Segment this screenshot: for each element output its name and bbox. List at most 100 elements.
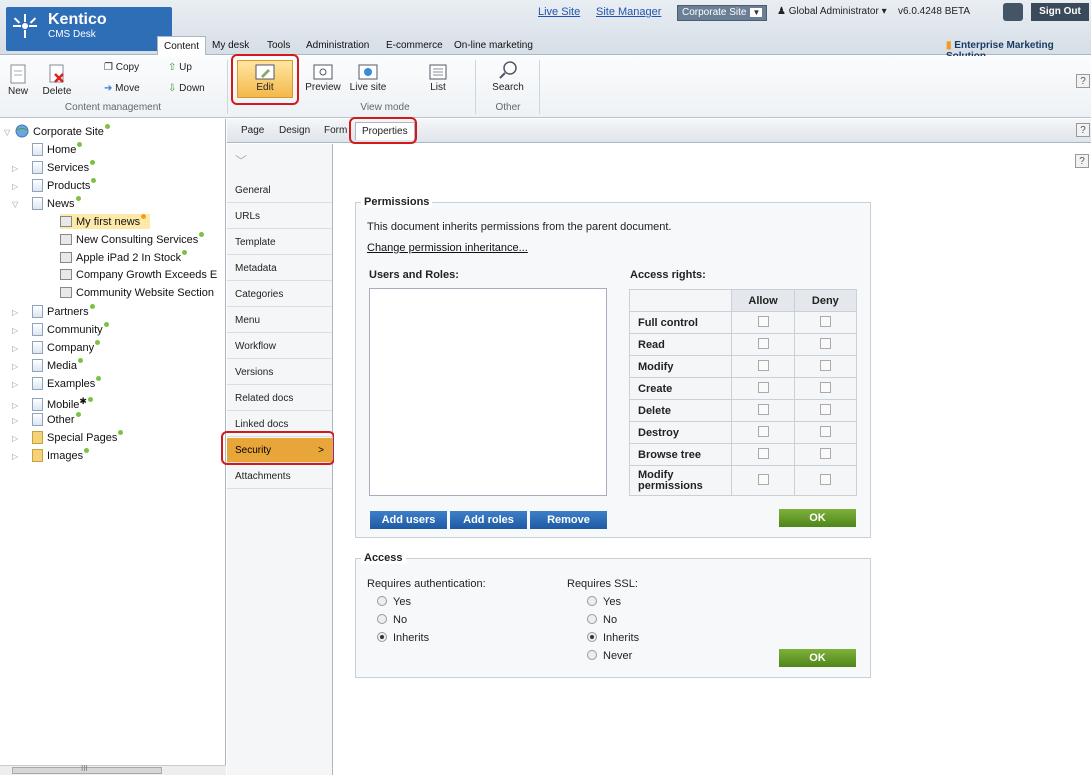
- tree-node-apple-ipad[interactable]: Apple iPad 2 In Stock: [60, 250, 188, 265]
- tree-node-partners[interactable]: ▷ Partners: [12, 304, 95, 319]
- user-menu[interactable]: ♟ Global Administrator ▾: [777, 6, 887, 17]
- expand-icon[interactable]: ▷: [12, 359, 22, 374]
- tab-my-desk[interactable]: My desk: [212, 36, 249, 55]
- tree-node-community-website[interactable]: Community Website Section: [60, 286, 214, 301]
- kentico-logo[interactable]: Kentico CMS Desk: [6, 7, 172, 51]
- globe-icon[interactable]: [1003, 3, 1023, 21]
- tree-node-news[interactable]: ▽ News: [12, 196, 81, 211]
- add-roles-button[interactable]: Add roles: [450, 511, 527, 529]
- allow-checkbox[interactable]: [757, 315, 769, 327]
- tree-node-images[interactable]: ▷ Images: [12, 448, 90, 463]
- tab-form[interactable]: Form: [324, 125, 347, 136]
- tab-page[interactable]: Page: [241, 125, 264, 136]
- nav-general[interactable]: General: [227, 178, 332, 203]
- add-users-button[interactable]: Add users: [370, 511, 447, 529]
- nav-template[interactable]: Template: [227, 230, 332, 255]
- search-button[interactable]: Search: [488, 60, 528, 93]
- expand-icon[interactable]: ▷: [12, 413, 22, 428]
- tree-node-examples[interactable]: ▷ Examples: [12, 376, 102, 391]
- change-inheritance-link[interactable]: Change permission inheritance...: [367, 242, 528, 254]
- live-site-link[interactable]: Live Site: [538, 6, 580, 18]
- allow-checkbox[interactable]: [757, 381, 769, 393]
- tab-tools[interactable]: Tools: [267, 36, 290, 55]
- tree-node-mobile[interactable]: ▷ Mobile✱: [12, 394, 93, 411]
- site-manager-link[interactable]: Site Manager: [596, 6, 661, 18]
- tree-node-home[interactable]: Home: [32, 142, 83, 157]
- new-button[interactable]: New: [4, 64, 32, 97]
- auth-yes-radio[interactable]: Yes: [377, 596, 411, 608]
- live-site-button[interactable]: Live site: [348, 64, 388, 93]
- tab-design[interactable]: Design: [279, 125, 310, 136]
- deny-checkbox[interactable]: [819, 403, 831, 415]
- nav-categories[interactable]: Categories: [227, 282, 332, 307]
- collapse-icon[interactable]: ▽: [4, 125, 14, 140]
- deny-checkbox[interactable]: [819, 337, 831, 349]
- tree-node-special-pages[interactable]: ▷ Special Pages: [12, 430, 124, 445]
- tree-node-new-consulting-services[interactable]: New Consulting Services: [60, 232, 205, 247]
- nav-urls[interactable]: URLs: [227, 204, 332, 229]
- expand-icon[interactable]: ▷: [12, 377, 22, 392]
- users-roles-listbox[interactable]: [369, 288, 607, 496]
- move-button[interactable]: ➔ Move: [104, 83, 140, 94]
- help-icon[interactable]: ?: [1076, 74, 1090, 88]
- ssl-no-radio[interactable]: No: [587, 614, 617, 626]
- preview-button[interactable]: Preview: [304, 64, 342, 93]
- allow-checkbox[interactable]: [757, 425, 769, 437]
- tree-node-community[interactable]: ▷ Community: [12, 322, 109, 337]
- auth-no-radio[interactable]: No: [377, 614, 407, 626]
- tab-online-marketing[interactable]: On-line marketing: [454, 36, 533, 55]
- expand-icon[interactable]: ▷: [12, 161, 22, 176]
- nav-metadata[interactable]: Metadata: [227, 256, 332, 281]
- tree-node-company[interactable]: ▷ Company: [12, 340, 101, 355]
- tree-node-company-growth[interactable]: Company Growth Exceeds E: [60, 268, 217, 283]
- allow-checkbox[interactable]: [757, 473, 769, 485]
- tree-root-corporate-site[interactable]: ▽ Corporate Site: [4, 124, 110, 139]
- tab-administration[interactable]: Administration: [306, 36, 369, 55]
- permissions-ok-button[interactable]: OK: [779, 509, 856, 527]
- down-button[interactable]: ⇩ Down: [168, 83, 205, 94]
- deny-checkbox[interactable]: [819, 381, 831, 393]
- site-selector[interactable]: Corporate Site ▼: [677, 5, 768, 21]
- list-button[interactable]: List: [424, 64, 452, 93]
- remove-button[interactable]: Remove: [530, 511, 607, 529]
- tree-node-products[interactable]: ▷ Products: [12, 178, 97, 193]
- sign-out-button[interactable]: Sign Out: [1031, 3, 1089, 21]
- tab-content[interactable]: Content: [157, 36, 207, 55]
- expand-icon[interactable]: ▷: [12, 449, 22, 464]
- tree-node-other[interactable]: ▷ Other: [12, 412, 81, 427]
- expand-icon[interactable]: ▷: [12, 179, 22, 194]
- deny-checkbox[interactable]: [819, 425, 831, 437]
- deny-checkbox[interactable]: [819, 473, 831, 485]
- collapse-chevron-icon[interactable]: ﹀: [235, 152, 247, 169]
- tree-node-services[interactable]: ▷ Services: [12, 160, 96, 175]
- expand-icon[interactable]: ▷: [12, 305, 22, 320]
- deny-checkbox[interactable]: [819, 315, 831, 327]
- help-icon[interactable]: ?: [1075, 154, 1089, 168]
- ssl-never-radio[interactable]: Never: [587, 650, 632, 662]
- tree-node-media[interactable]: ▷ Media: [12, 358, 83, 373]
- tree-node-my-first-news[interactable]: My first news: [60, 214, 151, 229]
- ssl-inherits-radio[interactable]: Inherits: [587, 632, 639, 644]
- collapse-icon[interactable]: ▽: [12, 197, 22, 212]
- help-icon[interactable]: ?: [1076, 123, 1090, 137]
- nav-menu[interactable]: Menu: [227, 308, 332, 333]
- allow-checkbox[interactable]: [757, 359, 769, 371]
- allow-checkbox[interactable]: [757, 337, 769, 349]
- expand-icon[interactable]: ▷: [12, 341, 22, 356]
- scrollbar-thumb[interactable]: III: [12, 764, 162, 774]
- nav-versions[interactable]: Versions: [227, 360, 332, 385]
- allow-checkbox[interactable]: [757, 403, 769, 415]
- expand-icon[interactable]: ▷: [12, 431, 22, 446]
- deny-checkbox[interactable]: [819, 359, 831, 371]
- nav-related-docs[interactable]: Related docs: [227, 386, 332, 411]
- tab-e-commerce[interactable]: E-commerce: [386, 36, 443, 55]
- expand-icon[interactable]: ▷: [12, 398, 22, 413]
- nav-workflow[interactable]: Workflow: [227, 334, 332, 359]
- nav-attachments[interactable]: Attachments: [227, 464, 332, 489]
- access-ok-button[interactable]: OK: [779, 649, 856, 667]
- auth-inherits-radio[interactable]: Inherits: [377, 632, 429, 644]
- expand-icon[interactable]: ▷: [12, 323, 22, 338]
- up-button[interactable]: ⇧ Up: [168, 62, 192, 73]
- allow-checkbox[interactable]: [757, 447, 769, 459]
- deny-checkbox[interactable]: [819, 447, 831, 459]
